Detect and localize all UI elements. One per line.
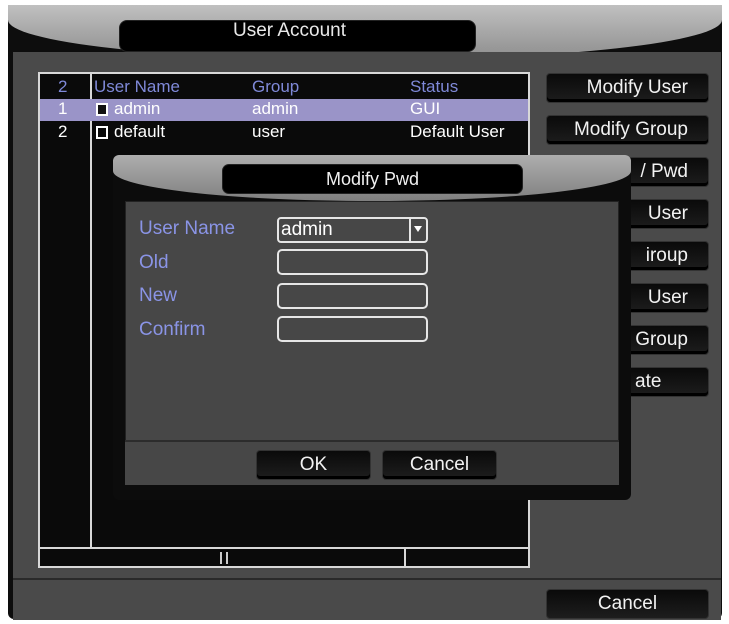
row-status: Default User — [410, 122, 505, 141]
user-name-label: User Name — [139, 218, 236, 239]
row-group: user — [252, 122, 286, 141]
column-separator — [90, 74, 92, 566]
user-name-select[interactable]: admin — [277, 217, 428, 243]
column-header-user-name[interactable]: User Name — [94, 76, 180, 98]
row-number: 2 — [58, 122, 68, 141]
row-number: 1 — [58, 99, 68, 118]
table-row[interactable]: 1 admin admin GUI — [40, 99, 528, 121]
scrollbar-thumb[interactable] — [40, 549, 406, 566]
row-user-name: admin — [114, 99, 161, 118]
user-count-header: 2 — [58, 77, 68, 96]
column-header-group[interactable]: Group — [252, 76, 299, 98]
user-name-select-value: admin — [281, 219, 333, 240]
old-password-field[interactable] — [277, 249, 428, 275]
cancel-button[interactable]: Cancel — [546, 589, 709, 619]
new-password-field[interactable] — [277, 283, 428, 309]
window-title: User Account — [233, 20, 346, 41]
row-checkbox[interactable] — [96, 126, 108, 139]
row-status: GUI — [410, 99, 441, 118]
modify-group-button[interactable]: Modify Group — [546, 115, 709, 145]
new-password-label: New — [139, 285, 178, 306]
horizontal-scrollbar[interactable] — [40, 547, 528, 566]
row-group: admin — [252, 99, 299, 118]
column-header-status[interactable]: Status — [410, 76, 458, 98]
confirm-password-label: Confirm — [139, 319, 206, 340]
scrollbar-grip-icon — [220, 552, 228, 564]
old-password-label: Old — [139, 252, 169, 273]
chevron-down-icon[interactable] — [409, 219, 426, 241]
row-user-name: default — [114, 122, 166, 141]
dialog-body: User Name admin Old New Confirm — [125, 201, 619, 441]
dialog-title: Modify Pwd — [325, 169, 420, 189]
dialog-footer: OK Cancel — [125, 440, 619, 485]
table-row[interactable]: 2 default user Default User — [40, 122, 528, 144]
modify-pwd-dialog: Modify Pwd User Name admin Old New Confi… — [113, 155, 631, 500]
footer-divider — [13, 578, 721, 580]
ok-button[interactable]: OK — [256, 450, 371, 480]
modify-user-button[interactable]: Modify User — [546, 73, 709, 103]
row-checkbox[interactable] — [96, 103, 108, 116]
confirm-password-field[interactable] — [277, 316, 428, 342]
dialog-cancel-button[interactable]: Cancel — [382, 450, 497, 480]
